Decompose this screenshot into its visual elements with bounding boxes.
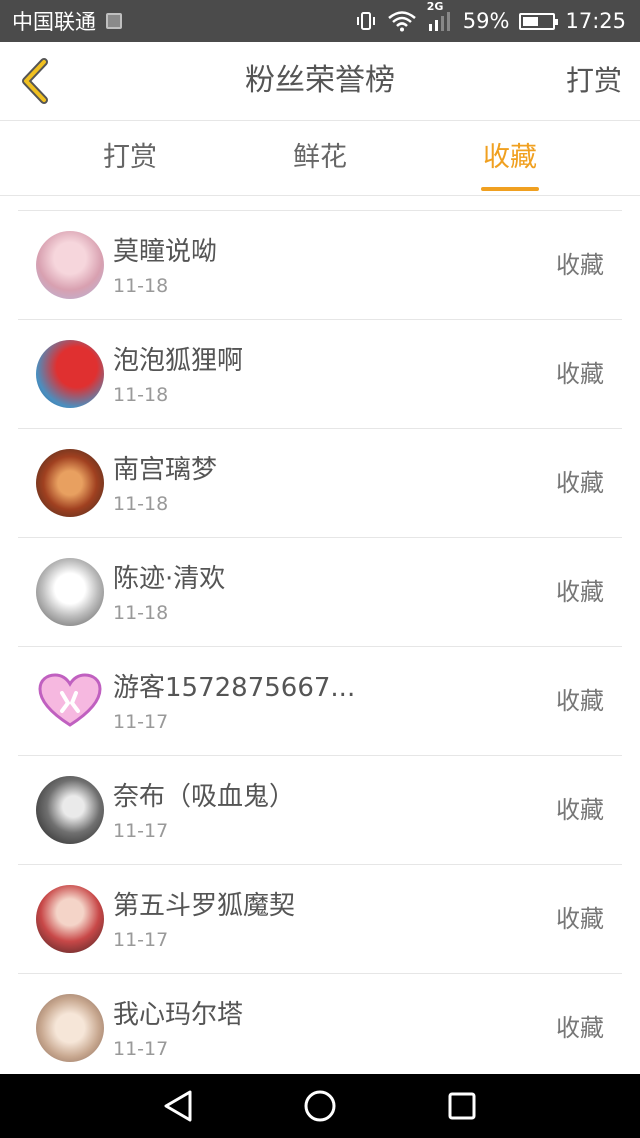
fan-date: 11-18	[113, 275, 169, 297]
fan-action: 收藏	[556, 1014, 604, 1042]
avatar	[36, 340, 104, 408]
tab-favorites[interactable]: 收藏	[450, 121, 570, 195]
nav-back-button[interactable]	[160, 1088, 196, 1124]
fan-action: 收藏	[556, 360, 604, 388]
square-recents-icon	[448, 1092, 476, 1120]
fan-date: 11-17	[113, 820, 169, 842]
fan-date: 11-18	[113, 493, 169, 515]
list-item[interactable]: 游客1572875667... 11-17 收藏	[18, 647, 622, 756]
fan-action: 收藏	[556, 796, 604, 824]
tab-bar: 打赏 鲜花 收藏	[0, 121, 640, 196]
avatar	[36, 558, 104, 626]
fan-name: 奈布（吸血鬼）	[113, 782, 296, 812]
battery-percent: 59%	[462, 9, 510, 33]
tab-label: 鲜花	[293, 142, 347, 173]
fan-name: 南宫璃梦	[113, 455, 218, 485]
fan-date: 11-18	[113, 602, 169, 624]
list-item[interactable]: 泡泡狐狸啊 11-18 收藏	[18, 320, 622, 429]
avatar	[36, 994, 104, 1062]
wifi-icon	[387, 10, 417, 32]
list-item[interactable]: 第五斗罗狐魔契 11-17 收藏	[18, 865, 622, 974]
page-title: 粉丝荣誉榜	[245, 63, 395, 98]
carrier-label: 中国联通	[12, 10, 96, 34]
fan-list: 莫瞳说呦 11-18 收藏 泡泡狐狸啊 11-18 收藏 南宫璃梦 11-18 …	[18, 210, 622, 1082]
fan-action: 收藏	[556, 469, 604, 497]
tab-label: 打赏	[103, 142, 157, 173]
clock: 17:25	[565, 9, 626, 33]
avatar	[36, 231, 104, 299]
list-item[interactable]: 奈布（吸血鬼） 11-17 收藏	[18, 756, 622, 865]
triangle-back-icon	[164, 1090, 192, 1122]
status-bar: 中国联通 2G 59% 17:25	[0, 0, 640, 42]
network-type: 2G	[426, 0, 444, 13]
tab-label: 收藏	[483, 142, 537, 173]
list-item[interactable]: 陈迹·清欢 11-18 收藏	[18, 538, 622, 647]
nav-recents-button[interactable]	[444, 1088, 480, 1124]
fan-name: 第五斗罗狐魔契	[113, 891, 296, 921]
nav-home-button[interactable]	[302, 1088, 338, 1124]
avatar	[36, 449, 104, 517]
fan-date: 11-18	[113, 384, 169, 406]
signal-icon: 2G	[427, 0, 453, 32]
status-left: 中国联通	[12, 0, 122, 42]
system-nav-bar	[0, 1074, 640, 1138]
fan-name: 游客1572875667...	[113, 673, 356, 703]
fan-name: 泡泡狐狸啊	[113, 346, 244, 376]
avatar	[36, 776, 104, 844]
fan-name: 莫瞳说呦	[113, 237, 218, 267]
avatar	[36, 885, 104, 953]
tab-flowers[interactable]: 鲜花	[260, 121, 380, 195]
reward-button[interactable]: 打赏	[566, 42, 622, 120]
active-tab-indicator	[481, 187, 539, 191]
fan-action: 收藏	[556, 905, 604, 933]
avatar	[36, 667, 104, 735]
tab-reward[interactable]: 打赏	[70, 121, 190, 195]
image-notification-icon	[106, 13, 122, 29]
fan-action: 收藏	[556, 251, 604, 279]
fan-date: 11-17	[113, 711, 169, 733]
fan-action: 收藏	[556, 578, 604, 606]
fan-date: 11-17	[113, 1038, 169, 1060]
app-header: 粉丝荣誉榜 打赏	[0, 42, 640, 121]
fan-date: 11-17	[113, 929, 169, 951]
heart-icon	[38, 673, 102, 727]
fan-name: 陈迹·清欢	[113, 564, 226, 594]
battery-icon	[519, 12, 559, 30]
list-item[interactable]: 我心玛尔塔 11-17 收藏	[18, 974, 622, 1082]
fan-name: 我心玛尔塔	[113, 1000, 244, 1030]
circle-home-icon	[304, 1090, 336, 1122]
list-item[interactable]: 南宫璃梦 11-18 收藏	[18, 429, 622, 538]
list-item[interactable]: 莫瞳说呦 11-18 收藏	[18, 211, 622, 320]
status-right: 2G 59% 17:25	[355, 0, 626, 42]
vibrate-icon	[355, 10, 377, 32]
fan-action: 收藏	[556, 687, 604, 715]
